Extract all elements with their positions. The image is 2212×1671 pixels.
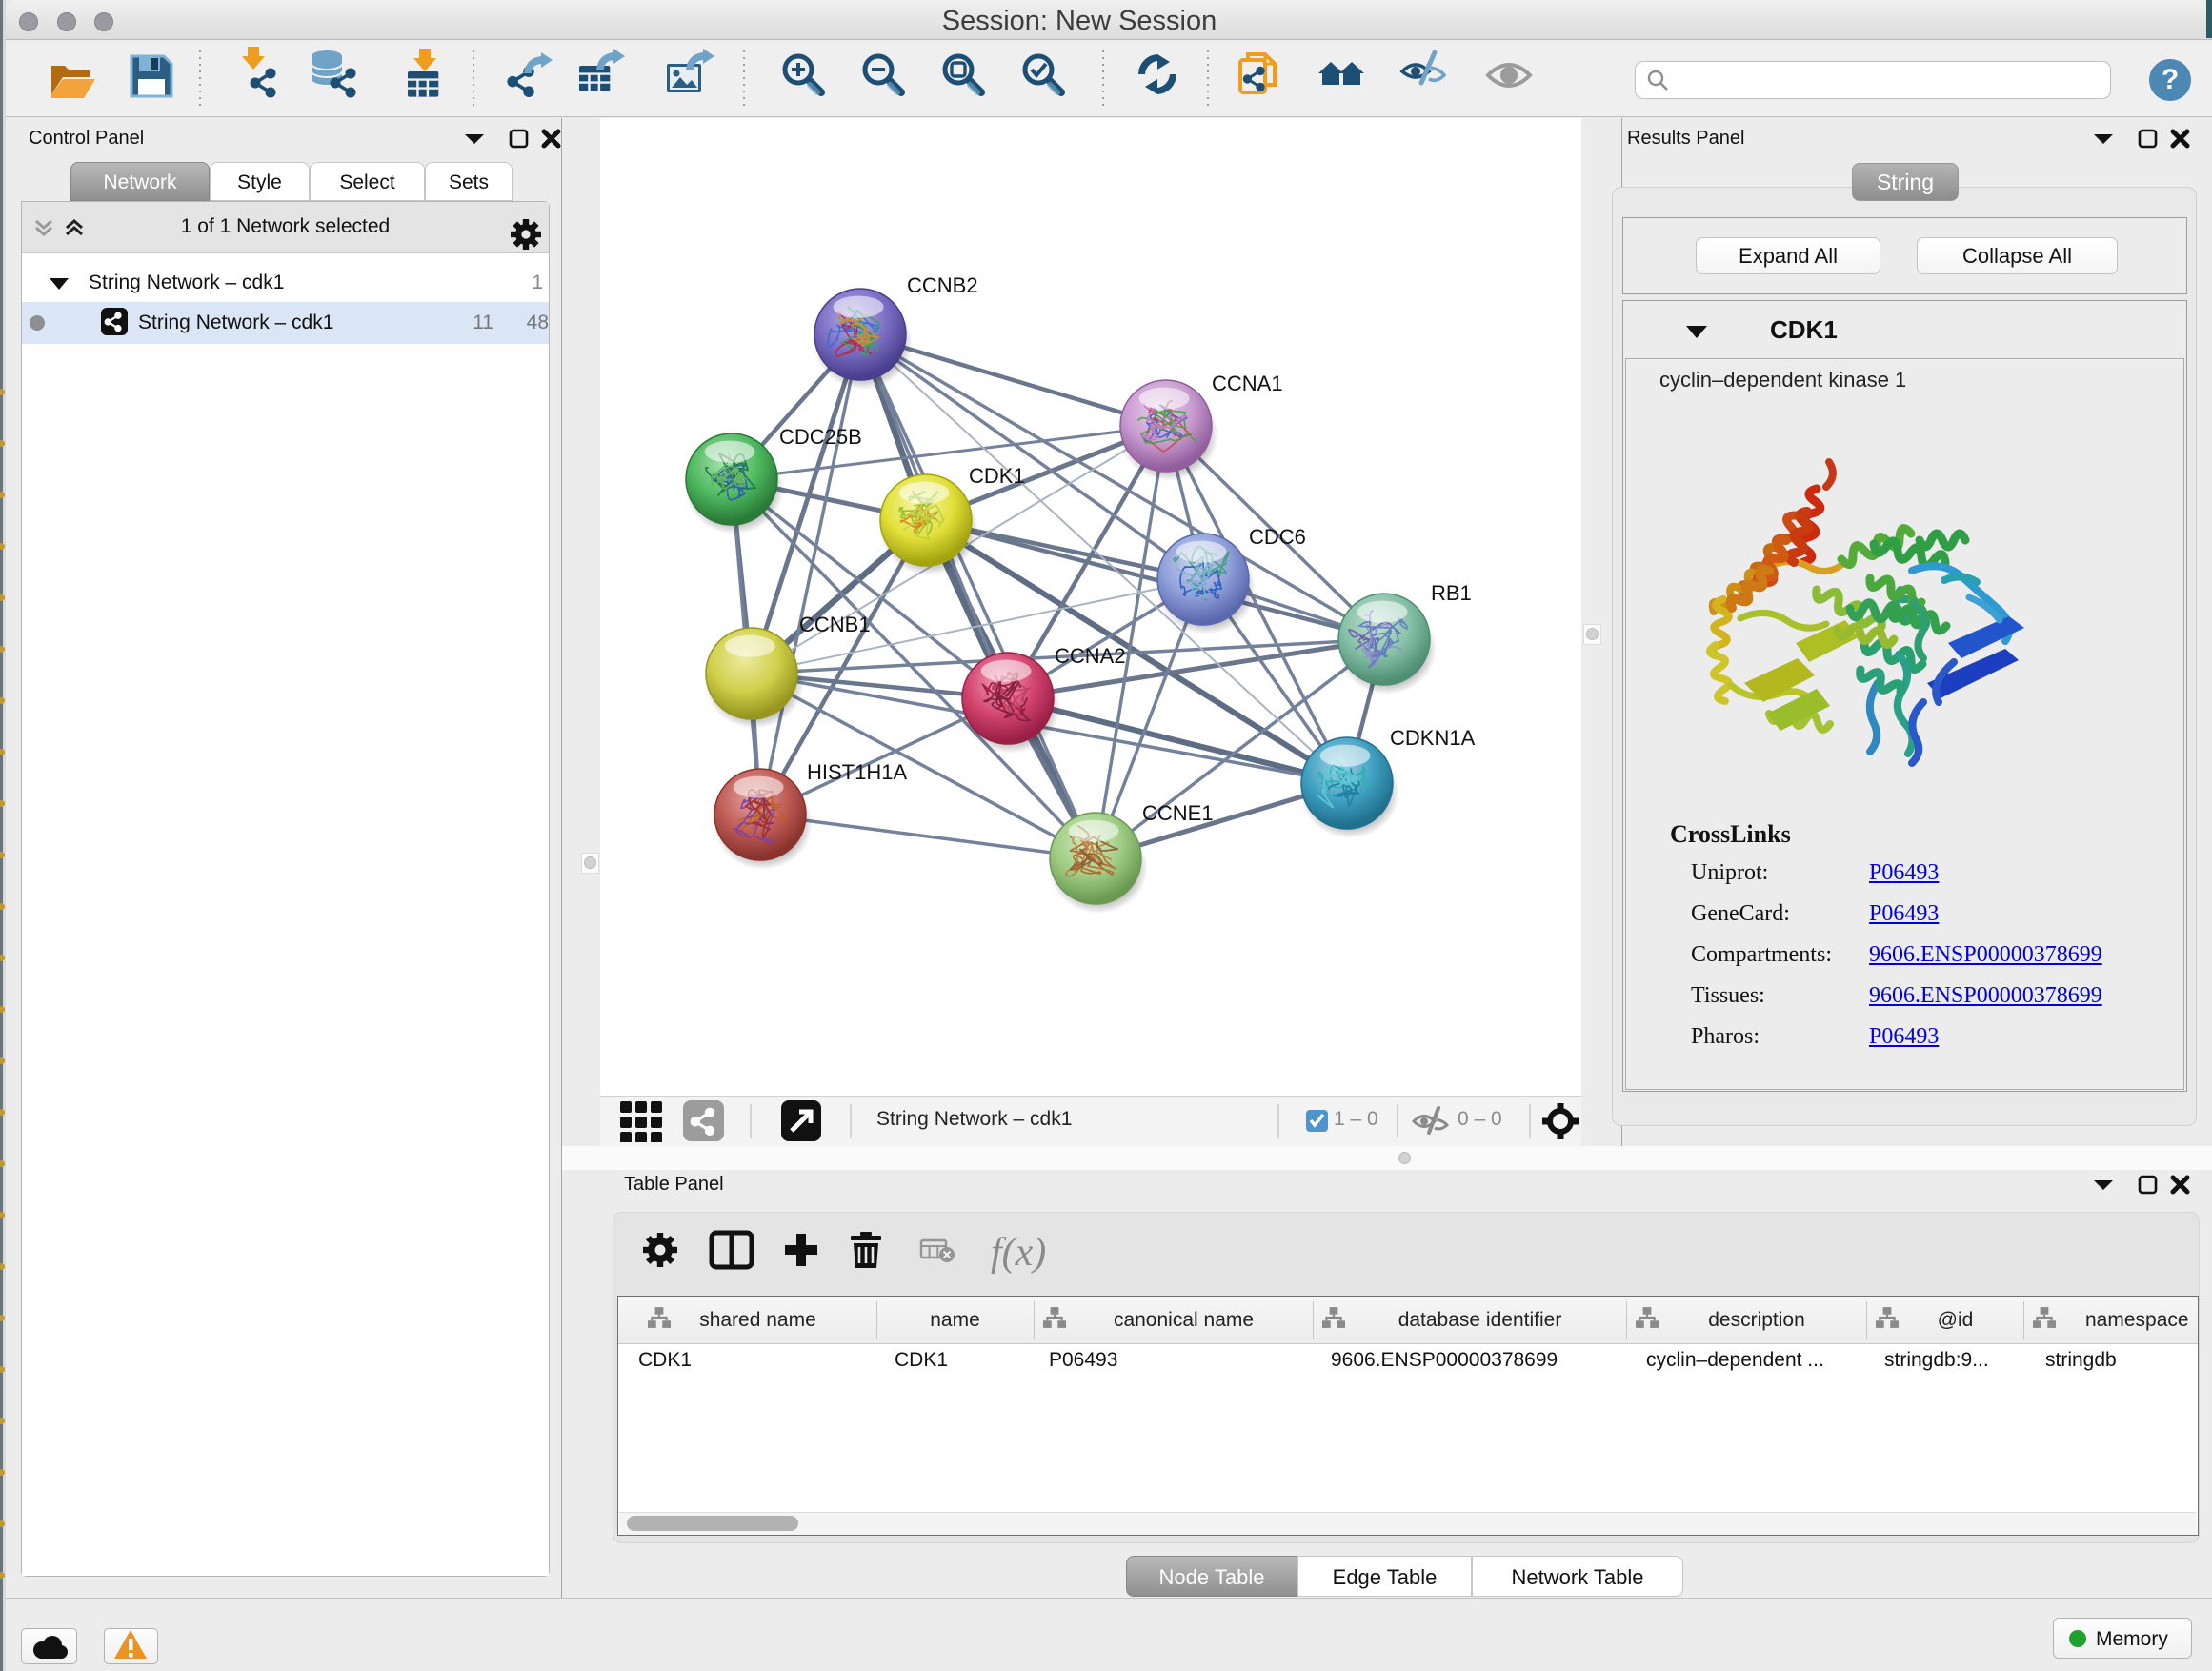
svg-text:CCNA1: CCNA1 xyxy=(1212,372,1283,395)
svg-text:CCNE1: CCNE1 xyxy=(1142,801,1214,825)
svg-text:HIST1H1A: HIST1H1A xyxy=(807,760,907,784)
svg-text:CDC25B: CDC25B xyxy=(779,425,862,449)
svg-text:CDK1: CDK1 xyxy=(969,464,1025,488)
svg-text:RB1: RB1 xyxy=(1431,581,1472,605)
svg-text:CCNA2: CCNA2 xyxy=(1055,644,1126,668)
svg-text:CDC6: CDC6 xyxy=(1249,525,1306,549)
svg-text:f(x): f(x) xyxy=(991,1231,1046,1275)
svg-text:CCNB1: CCNB1 xyxy=(799,613,871,636)
svg-text:CCNB2: CCNB2 xyxy=(907,273,978,297)
svg-text:CDKN1A: CDKN1A xyxy=(1390,726,1476,750)
